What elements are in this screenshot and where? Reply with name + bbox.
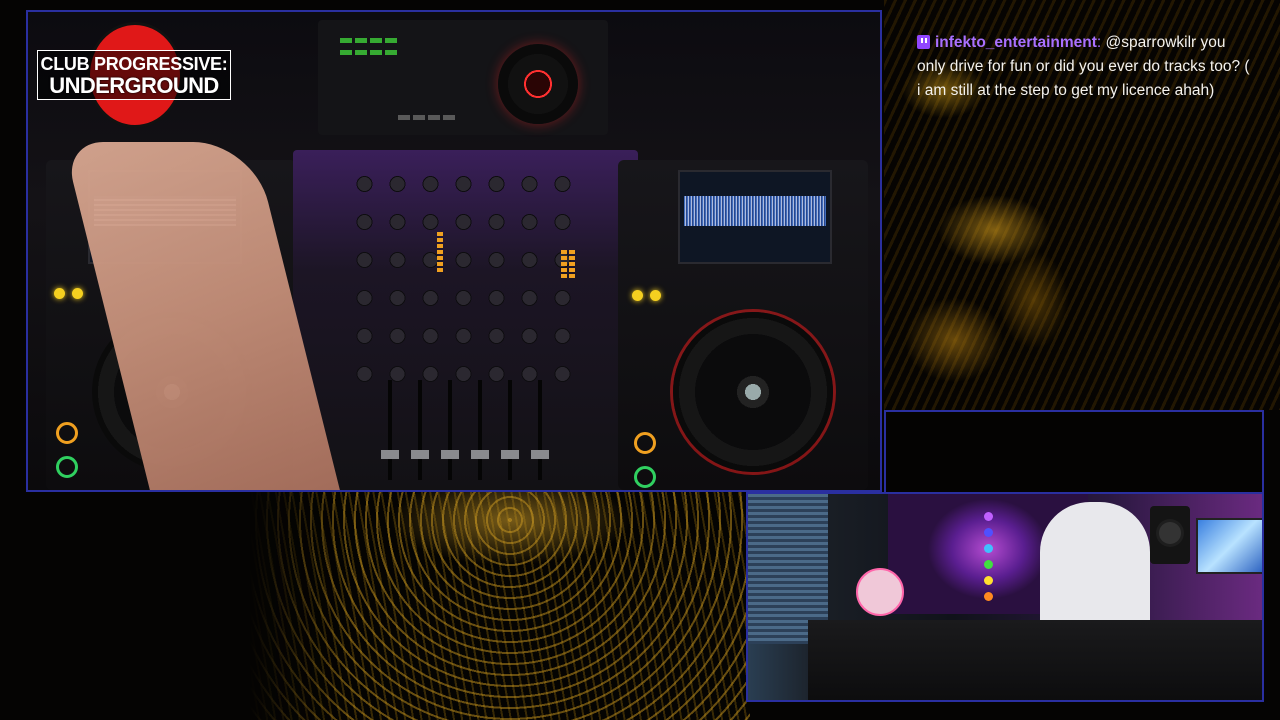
- right-deck: [618, 160, 868, 490]
- club-progressive-logo: CLUB PROGRESSIVE: UNDERGROUND: [37, 22, 231, 130]
- right-jog-wheel: [673, 312, 833, 472]
- computer-monitor: [1196, 518, 1262, 574]
- twitch-badge-icon: [917, 35, 930, 49]
- chat-separator: :: [1096, 34, 1102, 51]
- chat-message: infekto_entertainment: @sparrowkilr you …: [917, 31, 1257, 103]
- right-deck-screen: [678, 170, 832, 264]
- logo-title-line1: CLUB PROGRESSIVE:: [40, 54, 228, 74]
- dj-controller-desk: [808, 620, 1262, 700]
- logo-title-line2: UNDERGROUND: [49, 73, 219, 98]
- webcam-feed: [746, 492, 1264, 702]
- dj-mixer: [293, 150, 638, 490]
- fx-jog-wheel: [498, 44, 578, 124]
- studio-monitor-speaker: [1150, 506, 1190, 564]
- effects-unit: [318, 20, 608, 135]
- psychedelic-background-bottom: [250, 490, 750, 720]
- chat-username[interactable]: infekto_entertainment: [935, 34, 1097, 51]
- smiley-face-lamp: [856, 568, 904, 616]
